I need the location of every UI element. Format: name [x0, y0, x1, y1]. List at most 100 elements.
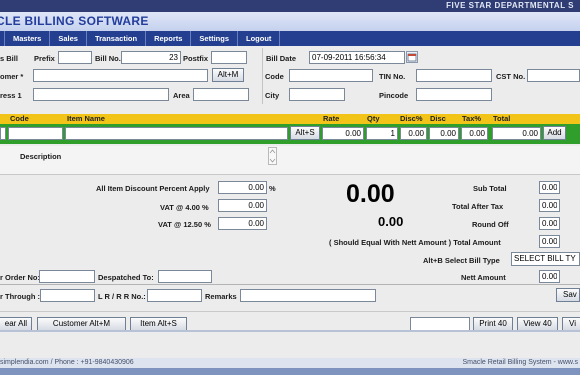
app-title: CLE BILLING SOFTWARE: [0, 14, 149, 28]
menu-reports[interactable]: Reports: [146, 31, 192, 46]
postfix-label: Postfix: [183, 54, 209, 63]
total-input[interactable]: [492, 127, 541, 140]
vat125-input[interactable]: [218, 217, 267, 230]
view-more-button[interactable]: Vi: [562, 317, 580, 331]
prefix-label: Prefix: [34, 54, 55, 63]
order-no-input[interactable]: [39, 270, 95, 283]
menu-transaction[interactable]: Transaction: [87, 31, 147, 46]
add-item-button[interactable]: Add: [543, 126, 566, 140]
billdate-label: Bill Date: [266, 54, 297, 63]
all-discount-label: All Item Discount Percent Apply: [96, 184, 210, 193]
code-input[interactable]: [289, 69, 373, 82]
customer-label: omer *: [0, 72, 24, 81]
billdate-input[interactable]: [309, 51, 405, 64]
through-label: r Through :: [0, 292, 40, 301]
description-scrollbar[interactable]: [268, 147, 277, 165]
roundoff-label: Round Off: [472, 220, 509, 229]
customer-input[interactable]: [33, 69, 208, 82]
city-input[interactable]: [289, 88, 345, 101]
save-button[interactable]: Sav: [556, 288, 580, 302]
bill-type-select-label: Alt+B Select Bill Type: [423, 256, 500, 265]
postfix-input[interactable]: [211, 51, 247, 64]
customer-button[interactable]: Customer Alt+M: [37, 317, 126, 331]
description-label: Description: [20, 152, 62, 161]
billno-label: Bill No.: [95, 54, 121, 63]
tin-label: TIN No.: [379, 72, 406, 81]
view-button[interactable]: View 40: [517, 317, 558, 331]
menu-logout[interactable]: Logout: [238, 31, 281, 46]
remarks-input[interactable]: [240, 289, 376, 302]
col-tax-pct: Tax%: [462, 114, 482, 123]
remarks-label: Remarks: [205, 292, 237, 301]
nett-amount-input[interactable]: [539, 270, 560, 283]
through-input[interactable]: [40, 289, 95, 302]
menu-settings[interactable]: Settings: [191, 31, 239, 46]
bill-type-select[interactable]: SELECT BILL TY: [511, 252, 580, 266]
lr-no-input[interactable]: [147, 289, 202, 302]
section-divider: [0, 284, 580, 285]
customer-altm-button[interactable]: Alt+M: [212, 68, 244, 82]
item-code-input[interactable]: [8, 127, 63, 140]
address-input[interactable]: [33, 88, 169, 101]
col-code: Code: [10, 114, 29, 123]
clear-all-button[interactable]: ear All: [0, 317, 32, 331]
cst-label: CST No.: [496, 72, 526, 81]
footer: simplendia.com / Phone : +91-9840430906 …: [0, 358, 580, 368]
item-name-input[interactable]: [65, 127, 288, 140]
all-discount-input[interactable]: [218, 181, 267, 194]
vat4-input[interactable]: [218, 199, 267, 212]
after-tax-input[interactable]: [539, 199, 560, 212]
divider: [262, 48, 263, 104]
after-tax-label: Total After Tax: [452, 202, 504, 211]
company-name: FIVE STAR DEPARTMENTAL S: [446, 1, 574, 10]
billno-input[interactable]: [121, 51, 181, 64]
grand-total-display: 0.00: [346, 180, 395, 208]
button-row-divider: [0, 311, 580, 312]
secondary-total-display: 0.00: [378, 214, 404, 229]
rate-input[interactable]: [322, 127, 364, 140]
roundoff-input[interactable]: [539, 217, 560, 230]
col-qty: Qty: [367, 114, 380, 123]
disc-input[interactable]: [429, 127, 459, 140]
col-total: Total: [493, 114, 511, 123]
item-alts-button[interactable]: Alt+S: [290, 126, 320, 140]
area-label: Area: [173, 91, 190, 100]
footer-contact: simplendia.com / Phone : +91-9840430906: [0, 359, 134, 366]
code-label: Code: [265, 72, 284, 81]
menu-sales[interactable]: Sales: [50, 31, 87, 46]
footer-bar: [0, 368, 580, 375]
calendar-icon[interactable]: [406, 51, 418, 63]
qty-input[interactable]: [366, 127, 398, 140]
order-no-label: r Order No:: [0, 273, 41, 282]
row-selector-input[interactable]: [0, 127, 6, 140]
cst-input[interactable]: [527, 69, 580, 82]
item-button[interactable]: Item Alt+S: [130, 317, 187, 331]
address-label: ress 1: [0, 91, 22, 100]
total-amount-label: ( Should Equal With Nett Amount ) Total …: [329, 238, 501, 247]
col-item-name: Item Name: [67, 114, 105, 123]
col-disc-pct: Disc%: [400, 114, 423, 123]
area-input[interactable]: [193, 88, 249, 101]
print-count-input[interactable]: [410, 317, 470, 331]
subtotal-input[interactable]: [539, 181, 560, 194]
pincode-input[interactable]: [416, 88, 492, 101]
disc-pct-input[interactable]: [400, 127, 427, 140]
description-area: [0, 146, 580, 175]
despatched-input[interactable]: [158, 270, 212, 283]
tax-pct-input[interactable]: [461, 127, 488, 140]
print-button[interactable]: Print 40: [473, 317, 513, 331]
prefix-input[interactable]: [58, 51, 92, 64]
despatched-label: Despatched To:: [98, 273, 154, 282]
footer-product: Smacle Retail Billing System - www.s: [462, 359, 578, 366]
tin-input[interactable]: [416, 69, 492, 82]
vat125-label: VAT @ 12.50 %: [158, 220, 211, 229]
bill-type-label: s Bill: [0, 54, 18, 63]
bottom-separator: [0, 330, 580, 332]
total-amount-input[interactable]: [539, 235, 560, 248]
col-rate: Rate: [323, 114, 340, 123]
city-label: City: [265, 91, 280, 100]
col-disc: Disc: [430, 114, 446, 123]
percent-sign: %: [269, 184, 276, 193]
menu-masters[interactable]: Masters: [5, 31, 51, 46]
menu-bar: Masters Sales Transaction Reports Settin…: [0, 31, 580, 46]
